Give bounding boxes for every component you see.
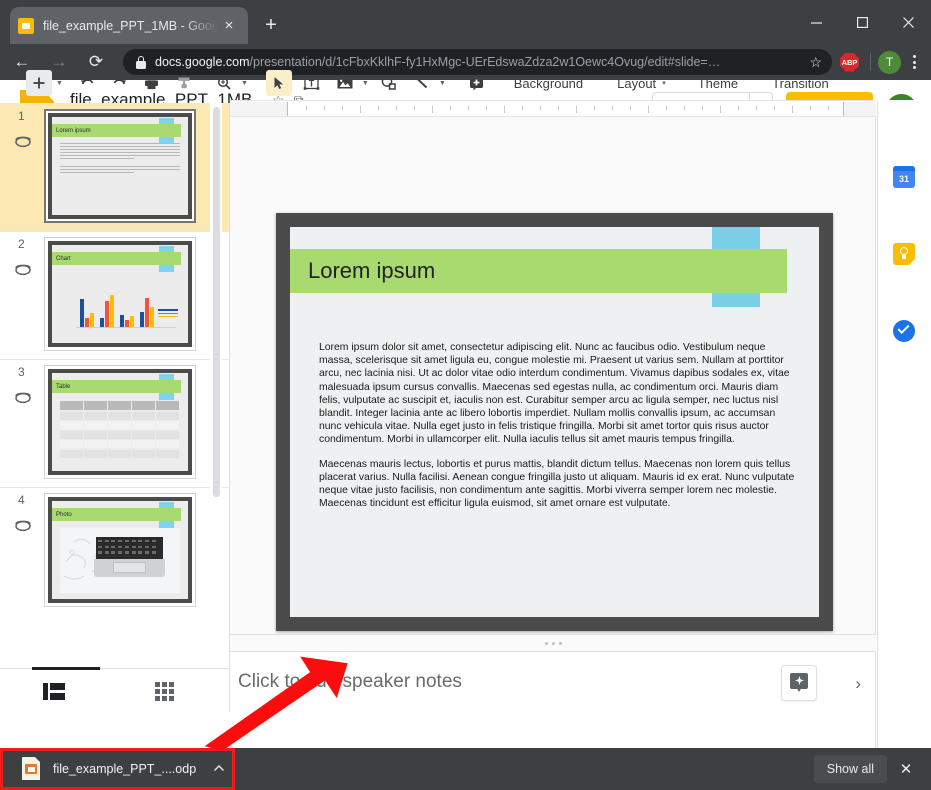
layout-indicator-icon — [12, 259, 34, 279]
thumbnail-table — [60, 401, 180, 458]
notes-resize-handle[interactable] — [230, 634, 876, 651]
slide-thumbnails-panel[interactable]: 1 Lorem ipsum 2 Chart 3 Table 4 Photo — [0, 103, 230, 668]
zoom-caret-icon[interactable]: ▼ — [237, 80, 252, 87]
side-panel-rail: 31 — [877, 100, 931, 749]
explore-icon — [790, 673, 808, 693]
filmstrip-view-button[interactable] — [40, 679, 68, 703]
horizontal-ruler[interactable] — [230, 100, 876, 117]
downloads-bar: file_example_PPT_....odp Show all ✕ — [0, 748, 931, 790]
grid-view-button[interactable] — [150, 679, 178, 703]
line-caret-icon[interactable]: ▼ — [435, 80, 450, 87]
laptop-image — [93, 537, 166, 578]
slide-title-ribbon[interactable]: Lorem ipsum — [290, 249, 787, 293]
downloads-actions: Show all ✕ — [813, 754, 921, 784]
browser-window: file_example_PPT_1MB - Google Slides × +… — [0, 0, 931, 790]
thumbnail-slide-1[interactable]: 1 Lorem ipsum — [0, 103, 229, 231]
paint-format-button[interactable] — [171, 70, 197, 96]
svg-text:T: T — [309, 78, 315, 88]
layout-caret-icon[interactable]: ▾ — [658, 79, 674, 87]
redo-button[interactable] — [107, 70, 133, 96]
print-button[interactable] — [139, 70, 165, 96]
insert-image-caret-icon[interactable]: ▼ — [358, 80, 373, 87]
thumbnail-title: Table — [56, 383, 71, 390]
insert-image-button[interactable] — [332, 70, 358, 96]
google-keep-icon[interactable] — [893, 243, 915, 265]
scrollbar-thumb[interactable] — [213, 107, 220, 497]
line-button[interactable] — [409, 70, 435, 96]
collapse-toolbar-button[interactable] — [927, 70, 931, 96]
slide-paragraph-2: Maecenas mauris lectus, lobortis et puru… — [319, 458, 795, 510]
transition-button[interactable]: Transition — [762, 76, 839, 91]
thumbnail-slide-2[interactable]: 2 Chart — [0, 231, 229, 359]
view-mode-bar — [0, 667, 230, 712]
layout-indicator-icon — [12, 387, 34, 407]
select-tool-button[interactable] — [265, 70, 292, 96]
thumbnail-card[interactable]: Photo — [44, 493, 196, 607]
new-slide-caret-icon[interactable]: ▼ — [52, 80, 67, 87]
download-file-name: file_example_PPT_....odp — [53, 762, 197, 776]
thumbnail-slide-4[interactable]: 4 Photo — [0, 487, 229, 615]
thumbnail-card[interactable]: Lorem ipsum — [44, 109, 196, 223]
current-slide[interactable]: Lorem ipsum Lorem ipsum dolor sit amet, … — [276, 213, 833, 631]
tab-strip: file_example_PPT_1MB - Google Slides × + — [0, 0, 931, 44]
new-tab-button[interactable]: + — [258, 12, 284, 38]
odp-file-icon — [22, 757, 42, 781]
google-calendar-icon[interactable]: 31 — [893, 166, 915, 188]
layout-button[interactable]: Layout — [607, 76, 658, 91]
ruler-track — [287, 102, 844, 116]
thumbnail-title: Photo — [56, 511, 72, 518]
close-downloads-bar-icon[interactable]: ✕ — [891, 754, 921, 784]
red-arrow-annotation — [205, 656, 348, 751]
download-item[interactable]: file_example_PPT_....odp — [22, 754, 233, 784]
thumbnail-number: 3 — [18, 365, 25, 379]
background-button[interactable]: Background — [504, 76, 593, 91]
maximize-icon[interactable] — [839, 0, 885, 44]
slide-body-text[interactable]: Lorem ipsum dolor sit amet, consectetur … — [319, 341, 797, 510]
undo-button[interactable] — [75, 70, 101, 96]
browser-titlebar: file_example_PPT_1MB - Google Slides × + — [0, 0, 931, 44]
thumbnail-title: Chart — [56, 255, 71, 262]
thumbnails-scrollbar[interactable] — [210, 103, 222, 668]
thumbnail-photo — [60, 528, 180, 593]
slide-content: Lorem ipsum Lorem ipsum dolor sit amet, … — [290, 227, 819, 617]
tab-close-icon[interactable]: × — [218, 15, 240, 37]
tab-title: file_example_PPT_1MB - Google Slides — [43, 18, 218, 33]
shape-button[interactable] — [376, 70, 402, 96]
download-menu-caret-icon[interactable] — [213, 762, 225, 776]
slide-title: Lorem ipsum — [308, 258, 436, 283]
slides-toolbar: ▼ ▼ T ▼ ▼ Background Layout ▾ Theme Tran… — [0, 67, 931, 99]
expand-panel-chevron-icon[interactable]: › — [855, 674, 861, 694]
layout-indicator-icon — [12, 515, 34, 535]
browser-tab[interactable]: file_example_PPT_1MB - Google Slides × — [10, 7, 248, 44]
thumbnail-number: 4 — [18, 493, 25, 507]
text-box-button[interactable]: T — [299, 70, 325, 96]
thumbnail-card[interactable]: Table — [44, 365, 196, 479]
show-all-downloads-button[interactable]: Show all — [813, 755, 887, 783]
zoom-button[interactable] — [211, 70, 237, 96]
active-view-underline — [32, 667, 100, 670]
thumbnail-number: 1 — [18, 109, 25, 123]
close-icon[interactable] — [885, 0, 931, 44]
theme-button[interactable]: Theme — [688, 76, 748, 91]
google-tasks-icon[interactable] — [893, 320, 915, 342]
slide-paragraph-1: Lorem ipsum dolor sit amet, consectetur … — [319, 342, 790, 446]
slide-canvas-area[interactable]: Lorem ipsum Lorem ipsum dolor sit amet, … — [230, 117, 876, 651]
thumbnail-card[interactable]: Chart — [44, 237, 196, 351]
new-slide-button[interactable] — [26, 70, 52, 96]
add-comment-button[interactable] — [464, 70, 490, 96]
slides-favicon-icon — [18, 17, 34, 34]
minimize-icon[interactable] — [793, 0, 839, 44]
thumbnail-number: 2 — [18, 237, 25, 251]
thumbnail-slide-3[interactable]: 3 Table — [0, 359, 229, 487]
thumbnail-chart — [66, 275, 178, 335]
explore-button[interactable] — [781, 665, 817, 701]
thumbnail-title: Lorem ipsum — [56, 127, 91, 134]
window-controls — [793, 0, 931, 44]
layout-indicator-icon — [12, 131, 34, 151]
